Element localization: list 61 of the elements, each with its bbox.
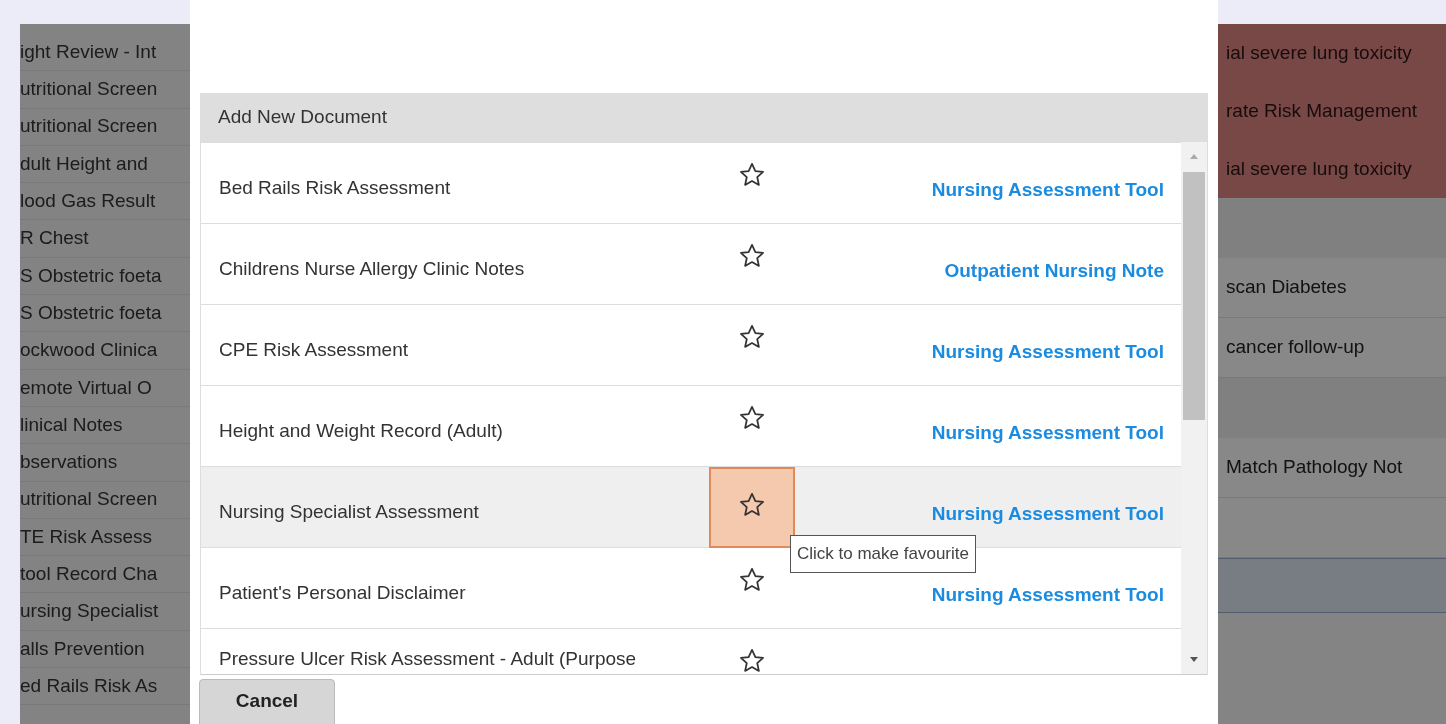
category-link[interactable]: Outpatient Nursing Note bbox=[944, 257, 1164, 286]
document-name: CPE Risk Assessment bbox=[218, 338, 409, 362]
document-list-item[interactable]: ockwood Clinica bbox=[20, 336, 158, 365]
document-list-item[interactable]: emote Virtual O bbox=[20, 373, 152, 403]
alert-text: ial severe lung toxicity bbox=[1226, 40, 1412, 65]
document-list-item[interactable]: ed Rails Risk As bbox=[20, 671, 158, 701]
star-icon bbox=[738, 646, 766, 674]
document-list-item[interactable]: utritional Screen bbox=[20, 75, 158, 104]
category-link[interactable]: Nursing Assessment Tool bbox=[931, 419, 1164, 448]
star-icon bbox=[738, 241, 766, 270]
category-link[interactable]: Nursing Assessment Tool bbox=[931, 500, 1164, 529]
scrollbar[interactable] bbox=[1181, 142, 1207, 674]
document-name: Nursing Specialist Assessment bbox=[218, 500, 480, 524]
table-row[interactable]: scan Diabetes bbox=[1218, 258, 1446, 318]
document-list-item[interactable]: ight Review - Int bbox=[20, 37, 157, 67]
document-name: Bed Rails Risk Assessment bbox=[218, 176, 452, 200]
favourite-star-button[interactable] bbox=[709, 467, 795, 548]
document-list-item[interactable]: linical Notes bbox=[20, 410, 123, 440]
table-row[interactable]: rate Risk Management bbox=[1218, 82, 1446, 140]
document-list-item[interactable]: S Obstetric foeta bbox=[20, 298, 162, 328]
table-row[interactable]: ial severe lung toxicity bbox=[1218, 24, 1446, 82]
star-icon bbox=[738, 490, 766, 519]
document-list-item[interactable]: TE Risk Assess bbox=[20, 522, 152, 552]
category-link[interactable]: Nursing Assessment Tool bbox=[931, 338, 1164, 367]
scrollbar-thumb[interactable] bbox=[1183, 172, 1205, 420]
alert-text: rate Risk Management bbox=[1226, 98, 1418, 123]
document-name: Height and Weight Record (Adult) bbox=[218, 419, 504, 443]
document-list-item[interactable]: lood Gas Result bbox=[20, 187, 156, 216]
section-title: Add New Document bbox=[218, 105, 387, 130]
star-icon bbox=[738, 322, 766, 351]
table-row[interactable]: ial severe lung toxicity bbox=[1218, 140, 1446, 198]
document-list-item[interactable]: ursing Specialist bbox=[20, 597, 159, 626]
scroll-up-icon[interactable] bbox=[1189, 152, 1199, 160]
category-link[interactable]: Nursing Assessment Tool bbox=[931, 176, 1164, 205]
document-row[interactable]: Nursing Specialist Assessment Nursing Assessment Tool bbox=[201, 466, 1181, 547]
document-name: Pressure Ulcer Risk Assessment - Adult (Purpose bbox=[218, 647, 638, 671]
scroll-down-icon[interactable] bbox=[1189, 656, 1199, 664]
document-name: Patient's Personal Disclaimer bbox=[218, 581, 467, 605]
document-list-item[interactable]: R Chest bbox=[20, 224, 89, 253]
document-list-item[interactable]: S Obstetric foeta bbox=[20, 261, 162, 291]
document-row[interactable]: Pressure Ulcer Risk Assessment - Adult (Purpose bbox=[201, 628, 1181, 674]
record-text: Match Pathology Not bbox=[1226, 455, 1403, 480]
document-list-item[interactable]: alls Prevention bbox=[20, 634, 145, 664]
category-link[interactable]: Nursing Assessment Tool bbox=[931, 581, 1164, 610]
document-list-item[interactable]: dult Height and bbox=[20, 149, 148, 179]
cancel-button[interactable]: Cancel bbox=[199, 679, 335, 724]
document-name: Childrens Nurse Allergy Clinic Notes bbox=[218, 257, 526, 281]
document-list-item[interactable]: bservations bbox=[20, 448, 118, 477]
tooltip: Click to make favourite bbox=[790, 535, 976, 573]
record-text: cancer follow-up bbox=[1226, 335, 1365, 360]
star-icon bbox=[738, 565, 766, 594]
document-list-item[interactable]: tool Record Cha bbox=[20, 560, 158, 589]
document-list-item[interactable]: utritional Screen bbox=[20, 112, 158, 141]
record-text: scan Diabetes bbox=[1226, 275, 1347, 300]
alert-text: ial severe lung toxicity bbox=[1226, 156, 1412, 181]
document-list-item[interactable]: utritional Screen bbox=[20, 485, 158, 514]
star-icon bbox=[738, 160, 766, 189]
star-icon bbox=[738, 403, 766, 432]
table-row[interactable]: Match Pathology Not bbox=[1218, 438, 1446, 498]
table-row[interactable]: cancer follow-up bbox=[1218, 318, 1446, 378]
table-row[interactable] bbox=[1218, 558, 1446, 613]
